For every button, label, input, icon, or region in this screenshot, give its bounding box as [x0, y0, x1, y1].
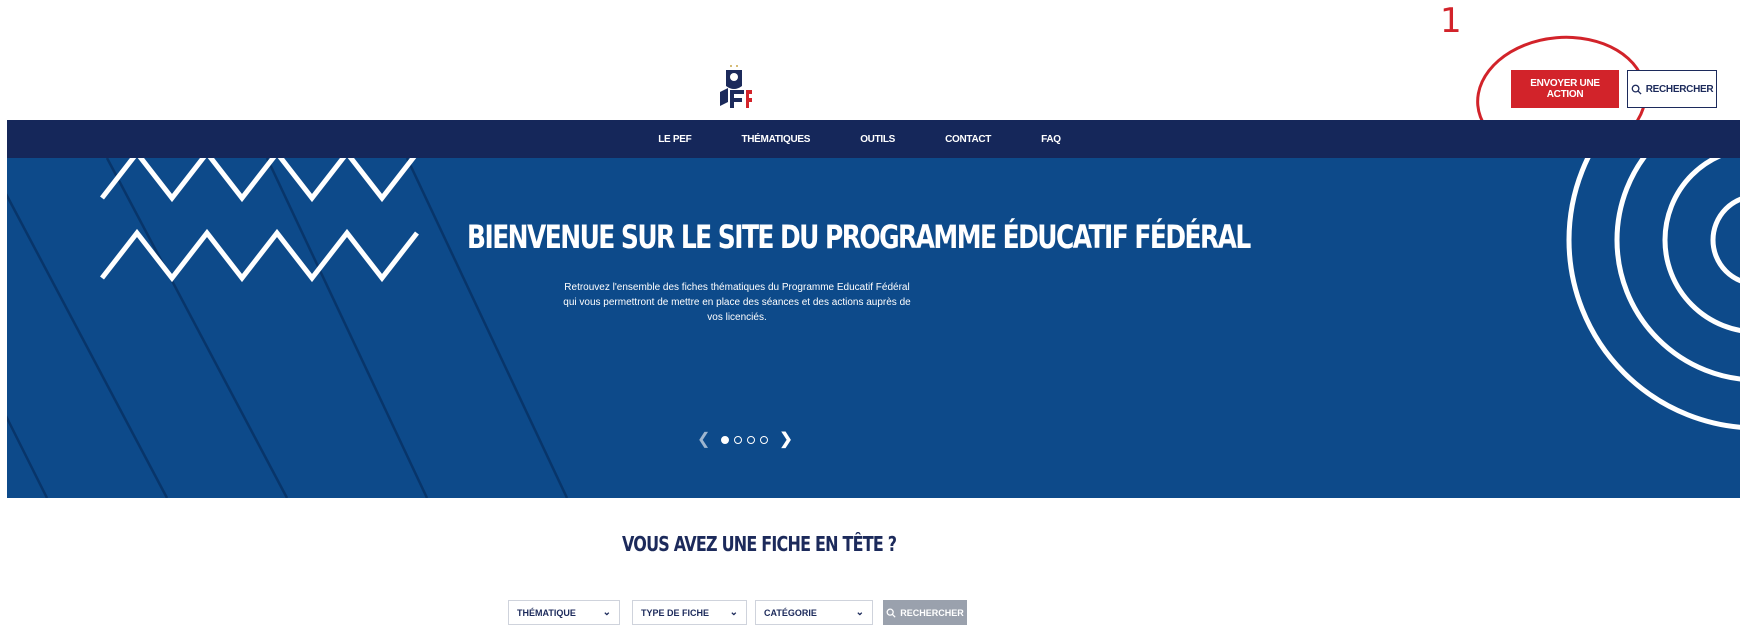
- carousel-dot-4[interactable]: [760, 436, 769, 444]
- main-nav: LE PEF THÉMATIQUES OUTILS CONTACT FAQ: [7, 120, 1740, 158]
- chevron-down-icon: ⌄: [602, 607, 611, 618]
- chevron-down-icon: ⌄: [729, 607, 738, 618]
- hero-title: BIENVENUE SUR LE SITE DU PROGRAMME ÉDUCA…: [467, 218, 1251, 256]
- nav-item-le-pef[interactable]: LE PEF: [633, 134, 716, 145]
- search-icon: [1631, 84, 1642, 95]
- filter-categorie[interactable]: CATÉGORIE ⌄: [755, 600, 873, 625]
- chevron-down-icon: ⌄: [855, 607, 864, 618]
- carousel-controls: ❮ ❯: [697, 432, 793, 448]
- finder-title: VOUS AVEZ UNE FICHE EN TÊTE ?: [622, 532, 897, 556]
- filter-thematique-label: THÉMATIQUE: [517, 607, 576, 618]
- send-action-button[interactable]: ENVOYER UNE ACTION: [1511, 70, 1619, 108]
- filter-thematique[interactable]: THÉMATIQUE ⌄: [508, 600, 620, 625]
- nav-item-outils[interactable]: OUTILS: [835, 134, 920, 145]
- carousel-dot-3[interactable]: [747, 436, 756, 444]
- finder-search-label: RECHERCHER: [900, 607, 964, 618]
- carousel-prev-icon[interactable]: ❮: [697, 432, 710, 448]
- header-search-button[interactable]: RECHERCHER: [1627, 70, 1717, 108]
- annotation-number: 1: [1440, 1, 1462, 41]
- finder-search-button[interactable]: RECHERCHER: [883, 600, 967, 625]
- nav-item-contact[interactable]: CONTACT: [920, 134, 1016, 145]
- header-search-label: RECHERCHER: [1645, 83, 1714, 95]
- hero-subtitle: Retrouvez l'ensemble des fiches thématiq…: [563, 282, 911, 323]
- carousel-next-icon[interactable]: ❯: [779, 432, 792, 448]
- filter-categorie-label: CATÉGORIE: [764, 607, 817, 618]
- hero-decoration: [7, 158, 1740, 498]
- carousel-dot-1[interactable]: [721, 436, 730, 444]
- nav-item-faq[interactable]: FAQ: [1016, 134, 1086, 145]
- fff-logo-icon: [720, 65, 752, 108]
- carousel-dot-2[interactable]: [734, 436, 743, 444]
- filter-type-label: TYPE DE FICHE: [641, 607, 710, 618]
- filter-type-de-fiche[interactable]: TYPE DE FICHE ⌄: [632, 600, 747, 625]
- search-icon: [886, 608, 896, 618]
- fff-logo[interactable]: [714, 62, 754, 114]
- nav-item-thematiques[interactable]: THÉMATIQUES: [716, 134, 835, 145]
- hero-banner: BIENVENUE SUR LE SITE DU PROGRAMME ÉDUCA…: [7, 158, 1740, 498]
